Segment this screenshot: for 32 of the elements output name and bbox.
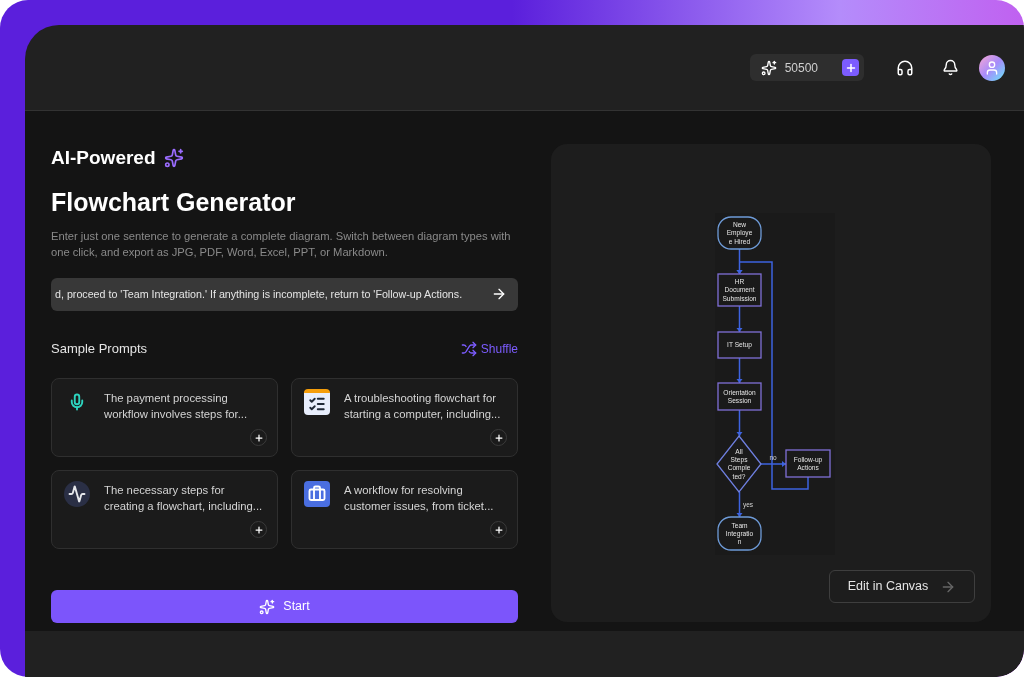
edit-in-canvas-button[interactable]: Edit in Canvas xyxy=(829,570,975,603)
prompt-card[interactable]: A workflow for resolving customer issues, from ticket... xyxy=(291,470,518,550)
description: Enter just one sentence to generate a complete diagram. Switch between diagram types with one click, and export as JPG, PDF, Word, Excel, PPT, or Markdown. xyxy=(51,228,512,260)
page-title: Flowchart Generator xyxy=(51,186,297,218)
prompt-text: A workflow for resolving customer issues, from ticket... xyxy=(344,483,495,515)
plus-icon xyxy=(844,61,857,74)
plus-icon xyxy=(253,432,264,443)
prompt-card[interactable]: A troubleshooting flowchart for starting a computer, including... xyxy=(291,378,518,458)
add-credits-button[interactable] xyxy=(842,59,859,76)
prompt-text: The payment processing workflow involves steps for... xyxy=(104,391,249,423)
credits-count: 50500 xyxy=(784,59,818,77)
plus-icon xyxy=(253,524,264,535)
prompt-text: A troubleshooting flowchart for starting a computer, including... xyxy=(344,391,502,423)
start-button[interactable]: Start xyxy=(51,590,518,624)
prompt-input-field[interactable]: d, proceed to 'Team Integration.' If anything is incomplete, return to 'Follow-up Actions. xyxy=(51,277,518,311)
shuffle-icon xyxy=(460,340,477,357)
sparkle-icon xyxy=(163,148,184,169)
toolbox-icon xyxy=(304,481,330,508)
shuffle-button[interactable]: Shuffle xyxy=(460,339,518,358)
support-icon[interactable] xyxy=(896,58,914,77)
prompt-card[interactable]: The payment processing workflow involves steps for... xyxy=(51,378,278,458)
prompt-text: The necessary steps for creating a flowchart, including... xyxy=(104,483,264,515)
eyebrow-title: AI-Powered xyxy=(51,146,156,170)
sparkle-icon xyxy=(760,59,777,76)
notification-icon[interactable] xyxy=(942,59,959,76)
section-title: Sample Prompts xyxy=(51,339,148,358)
prompt-card[interactable]: The necessary steps for creating a flowchart, including... xyxy=(51,470,278,550)
plus-icon xyxy=(493,432,504,443)
plus-icon xyxy=(493,524,504,535)
sparkle-icon xyxy=(259,598,276,615)
checklist-icon xyxy=(304,389,330,416)
avatar[interactable] xyxy=(979,54,1005,81)
